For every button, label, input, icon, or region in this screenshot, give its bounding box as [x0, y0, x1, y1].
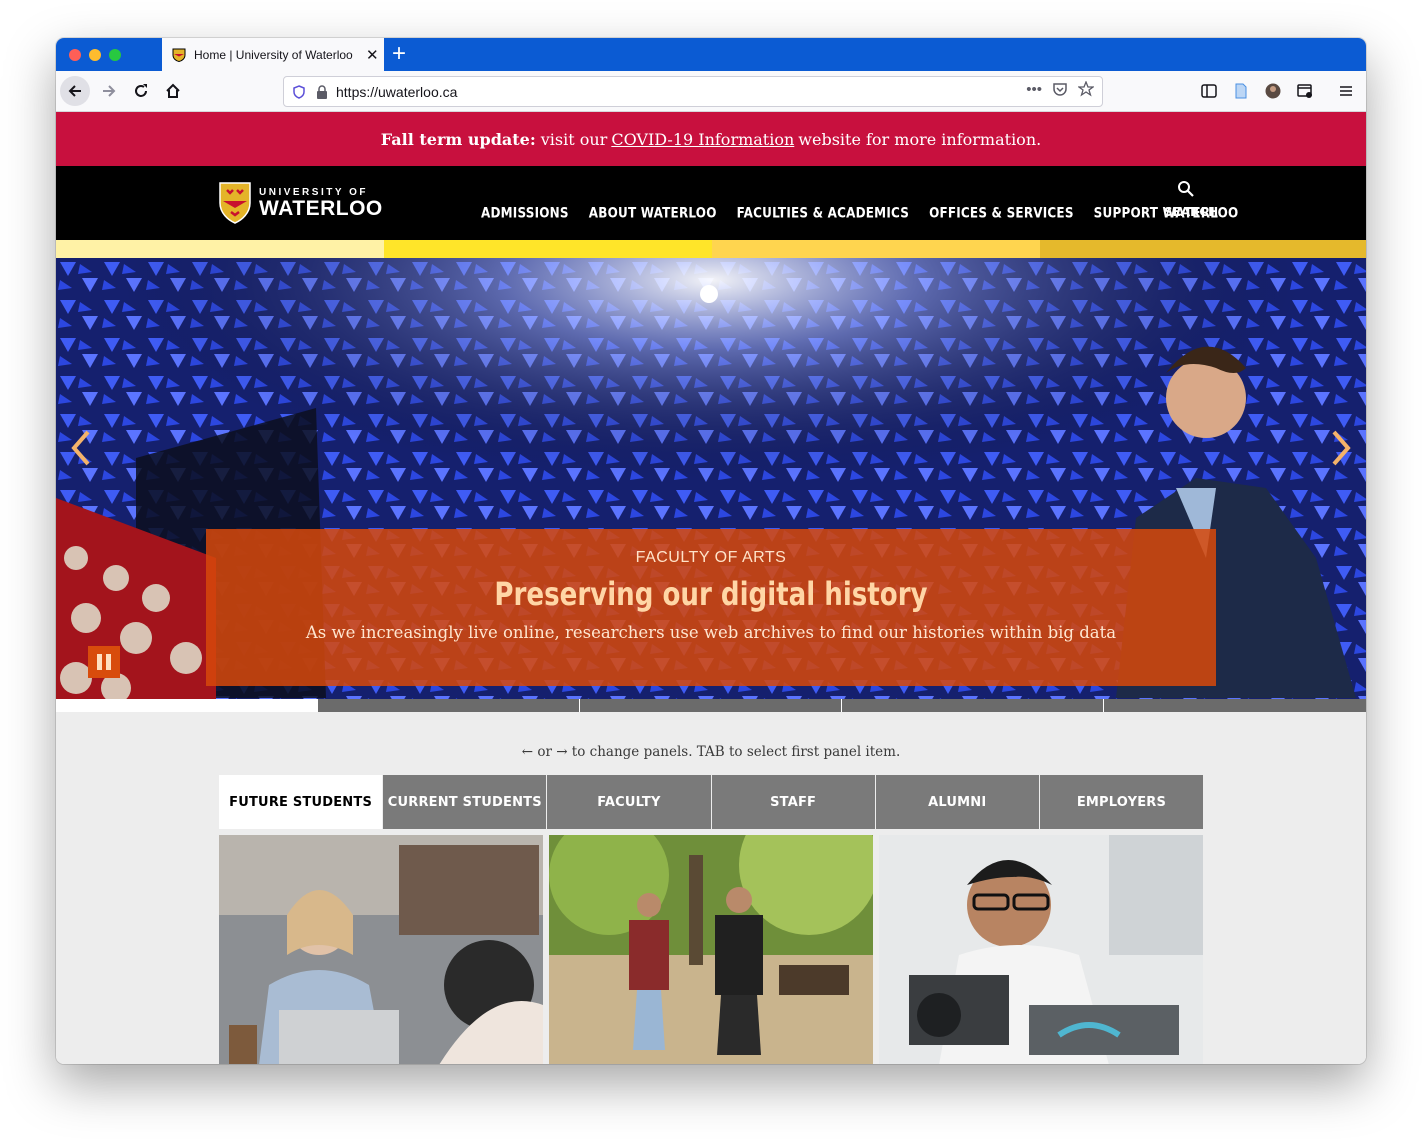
carousel-slide-4-indicator[interactable]: [842, 699, 1104, 712]
home-button[interactable]: [158, 76, 188, 106]
tab-staff[interactable]: STAFF: [710, 775, 875, 829]
forward-button[interactable]: [94, 76, 124, 106]
alert-text-before: visit our: [540, 129, 608, 149]
color-stripe-1: [56, 240, 384, 258]
crest-icon: [219, 182, 251, 224]
panel-photo-student-laptop[interactable]: [219, 835, 543, 1064]
new-tab-button[interactable]: +: [392, 41, 406, 67]
nav-about-waterloo[interactable]: ABOUT WATERLOO: [589, 205, 717, 221]
browser-tab-active[interactable]: Home | University of Waterloo ✕: [162, 38, 384, 71]
color-stripe-3: [712, 240, 1040, 258]
tab-faculty[interactable]: FACULTY: [546, 775, 711, 829]
university-logo[interactable]: UNIVERSITY OF WATERLOO: [219, 182, 383, 224]
audience-tabs: FUTURE STUDENTS CURRENT STUDENTS FACULTY…: [219, 775, 1204, 829]
pause-carousel-button[interactable]: [88, 646, 120, 678]
keyboard-hint: ← or → to change panels. TAB to select f…: [521, 744, 901, 760]
covid-info-link[interactable]: COVID-19 Information: [611, 130, 794, 149]
logo-main-text: WATERLOO: [259, 196, 383, 220]
reader-document-icon[interactable]: [1233, 83, 1249, 99]
tab-future-students[interactable]: FUTURE STUDENTS: [219, 775, 383, 829]
hero-next-arrow-icon[interactable]: [1326, 428, 1356, 468]
hero-kicker: FACULTY OF ARTS: [635, 549, 787, 566]
hero-previous-arrow-icon[interactable]: [66, 428, 96, 468]
panel-photo-researcher-lab[interactable]: [879, 835, 1203, 1064]
page-actions-icon[interactable]: •••: [1026, 81, 1042, 98]
tab-employers[interactable]: EMPLOYERS: [1038, 775, 1204, 829]
alert-text-after: website for more information.: [798, 129, 1042, 149]
lock-icon: [317, 84, 327, 99]
tab-current-students[interactable]: CURRENT STUDENTS: [382, 775, 547, 829]
pause-icon: [97, 654, 102, 670]
browser-window: Home | University of Waterloo ✕ + https:…: [56, 38, 1366, 1064]
search-label: SEARCH: [1164, 205, 1219, 219]
main-navigation: ADMISSIONS ABOUT WATERLOO FACULTIES & AC…: [481, 205, 1238, 221]
hero-carousel: FACULTY OF ARTS Preserving our digital h…: [56, 258, 1366, 699]
tab-bar: Home | University of Waterloo ✕ +: [56, 38, 1366, 71]
nav-faculties-academics[interactable]: FACULTIES & ACADEMICS: [737, 205, 909, 221]
page-viewport: Fall term update: visit our COVID-19 Inf…: [56, 112, 1366, 1064]
covid-alert-banner: Fall term update: visit our COVID-19 Inf…: [56, 112, 1366, 166]
search-icon: [1178, 181, 1194, 197]
tracking-shield-icon: [293, 84, 305, 99]
color-stripe-2: [384, 240, 712, 258]
hero-title[interactable]: Preserving our digital history: [206, 575, 1216, 612]
carousel-progress: [56, 699, 1366, 712]
color-stripe-4: [1040, 240, 1366, 258]
alert-bold-label: Fall term update:: [380, 129, 536, 149]
home-icon: [166, 83, 180, 98]
screenshot-extension-icon[interactable]: [1297, 83, 1313, 99]
hero-caption-box[interactable]: FACULTY OF ARTS Preserving our digital h…: [206, 529, 1216, 686]
url-text[interactable]: https://uwaterloo.ca: [336, 84, 457, 100]
sidebar-icon[interactable]: [1201, 83, 1217, 99]
bookmark-star-icon[interactable]: [1078, 81, 1094, 97]
reload-button[interactable]: [126, 76, 156, 106]
carousel-slide-5-indicator[interactable]: [1104, 699, 1366, 712]
carousel-slide-3-indicator[interactable]: [580, 699, 842, 712]
back-button[interactable]: [60, 76, 90, 106]
close-tab-icon[interactable]: ✕: [366, 46, 379, 64]
back-arrow-icon: [68, 85, 81, 97]
panel-photo-students-walking[interactable]: [549, 835, 873, 1064]
hero-subtitle: As we increasingly live online, research…: [305, 623, 1117, 642]
uwaterloo-favicon-icon: [172, 48, 186, 62]
reload-icon: [135, 84, 147, 97]
zoom-window-button[interactable]: [109, 49, 121, 61]
tab-alumni[interactable]: ALUMNI: [874, 775, 1039, 829]
pocket-icon[interactable]: [1052, 81, 1068, 97]
minimize-window-button[interactable]: [89, 49, 101, 61]
tab-title: Home | University of Waterloo: [194, 47, 353, 62]
account-avatar-icon[interactable]: [1265, 83, 1281, 99]
navigation-toolbar: https://uwaterloo.ca •••: [56, 71, 1366, 112]
close-window-button[interactable]: [69, 49, 81, 61]
carousel-slide-2-indicator[interactable]: [318, 699, 580, 712]
site-header: UNIVERSITY OF WATERLOO ADMISSIONS ABOUT …: [56, 166, 1366, 240]
address-bar[interactable]: https://uwaterloo.ca •••: [283, 76, 1103, 107]
nav-admissions[interactable]: ADMISSIONS: [481, 205, 569, 221]
search-button[interactable]: SEARCH: [1164, 180, 1219, 219]
hamburger-menu-icon[interactable]: [1338, 83, 1354, 99]
logo-top-text: UNIVERSITY OF: [259, 186, 368, 198]
forward-arrow-icon: [103, 85, 116, 97]
carousel-slide-1-indicator[interactable]: [56, 699, 318, 712]
nav-offices-services[interactable]: OFFICES & SERVICES: [929, 205, 1074, 221]
